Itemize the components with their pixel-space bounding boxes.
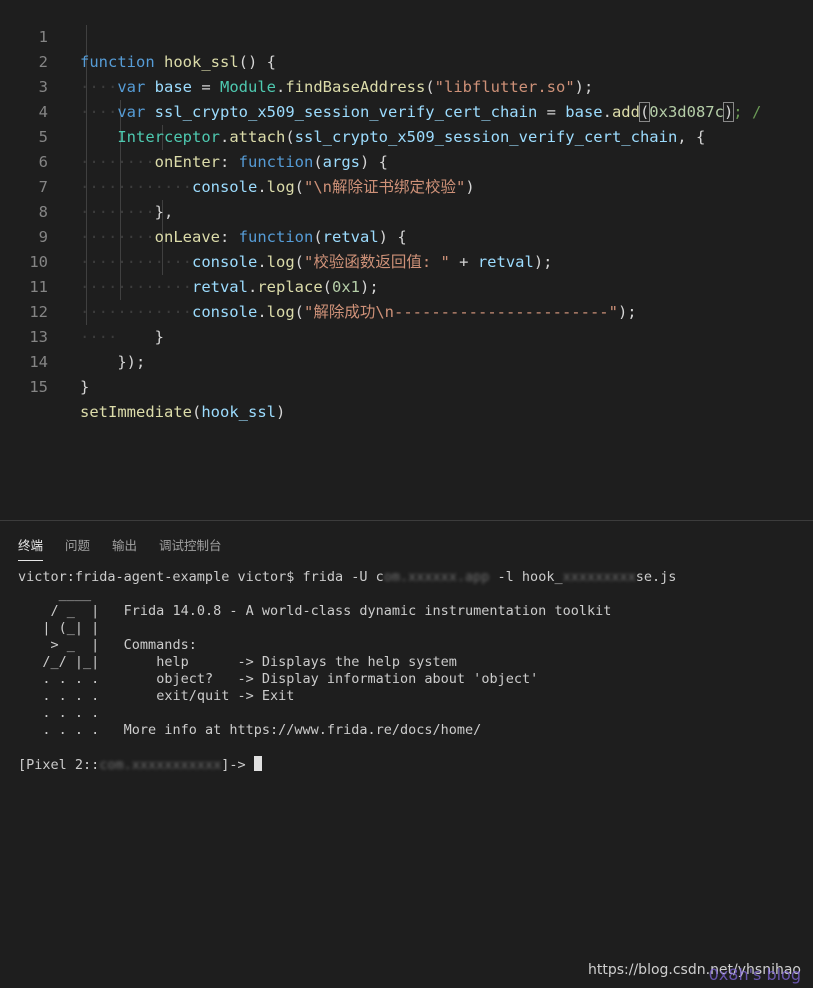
terminal-cursor: [253, 756, 262, 771]
code-line-1[interactable]: 1 function hook_ssl() {: [0, 0, 813, 71]
terminal-output[interactable]: victor:frida-agent-example victor$ frida…: [18, 569, 676, 774]
code-line-14[interactable]: 14 }: [0, 325, 813, 396]
object-command: object?: [156, 671, 214, 687]
bottom-panel: 终端 问题 输出 调试控制台 victor:frida-agent-example v…: [0, 520, 813, 988]
frida-logo: ____: [18, 586, 92, 602]
code-line-3[interactable]: 3 ····var ssl_crypto_x509_session_verify…: [0, 50, 813, 122]
frida-logo: . . . .: [18, 722, 100, 738]
commands-label: Commands:: [123, 637, 197, 653]
code-line-6[interactable]: 6 ············console.log("\n解除证书绑定校验"): [0, 125, 813, 196]
code-line-5[interactable]: 5 ········onEnter: function(args) {: [0, 100, 813, 171]
code-line-11[interactable]: 11 ············console.log("解除成功\n------…: [0, 250, 813, 321]
frida-session-prompt: [Pixel 2::com.xxxxxxxxxxx]->: [18, 757, 254, 773]
frida-logo: /_/ |_|: [18, 654, 100, 670]
tab-output[interactable]: 输出: [112, 535, 137, 560]
terminal-command-line: victor:frida-agent-example victor$ frida…: [18, 569, 677, 585]
more-info: More info at https://www.frida.re/docs/h…: [123, 722, 482, 738]
line-number: 15: [29, 378, 48, 396]
help-command: help: [156, 654, 189, 670]
tab-problems[interactable]: 问题: [65, 535, 90, 560]
frida-logo: . . . .: [18, 688, 100, 704]
frida-logo: | (_| |: [18, 620, 100, 636]
code-line-2[interactable]: 2 ····var base = Module.findBaseAddress(…: [0, 25, 813, 96]
code-line-12[interactable]: 12 ···· }: [0, 275, 813, 346]
watermark-overlay: 0x8h's blog: [708, 965, 801, 984]
code-line-15[interactable]: 15 setImmediate(hook_ssl): [0, 350, 813, 421]
code-line-8[interactable]: 8 ········onLeave: function(retval) {: [0, 175, 813, 246]
code-editor[interactable]: 1 function hook_ssl() { 2 ····var base =…: [0, 0, 813, 520]
tab-terminal[interactable]: 终端: [18, 535, 44, 561]
watermark: https://blog.csdn.net/yhsnihao 0x8h's bl…: [588, 962, 801, 984]
code-line-4[interactable]: 4 Interceptor.attach(ssl_crypto_x509_ses…: [0, 75, 813, 146]
code-line-7[interactable]: 7 ········},: [0, 150, 813, 221]
frida-logo: . . . .: [18, 671, 100, 687]
frida-logo: / _ |: [18, 603, 100, 619]
code-line-9[interactable]: 9 ············console.log("校验函数返回值: " + …: [0, 200, 813, 271]
code-line-10[interactable]: 10 ············retval.replace(0x1);: [0, 225, 813, 296]
tab-debug-console[interactable]: 调试控制台: [159, 535, 222, 560]
code-line-13[interactable]: 13 });: [0, 300, 813, 371]
banner-title: Frida 14.0.8 - A world-class dynamic ins…: [123, 603, 612, 619]
panel-tabs: 终端 问题 输出 调试控制台: [18, 535, 244, 561]
exit-command: exit/quit: [156, 688, 230, 704]
frida-logo: . . . .: [18, 705, 100, 721]
frida-logo: > _ |: [18, 637, 100, 653]
